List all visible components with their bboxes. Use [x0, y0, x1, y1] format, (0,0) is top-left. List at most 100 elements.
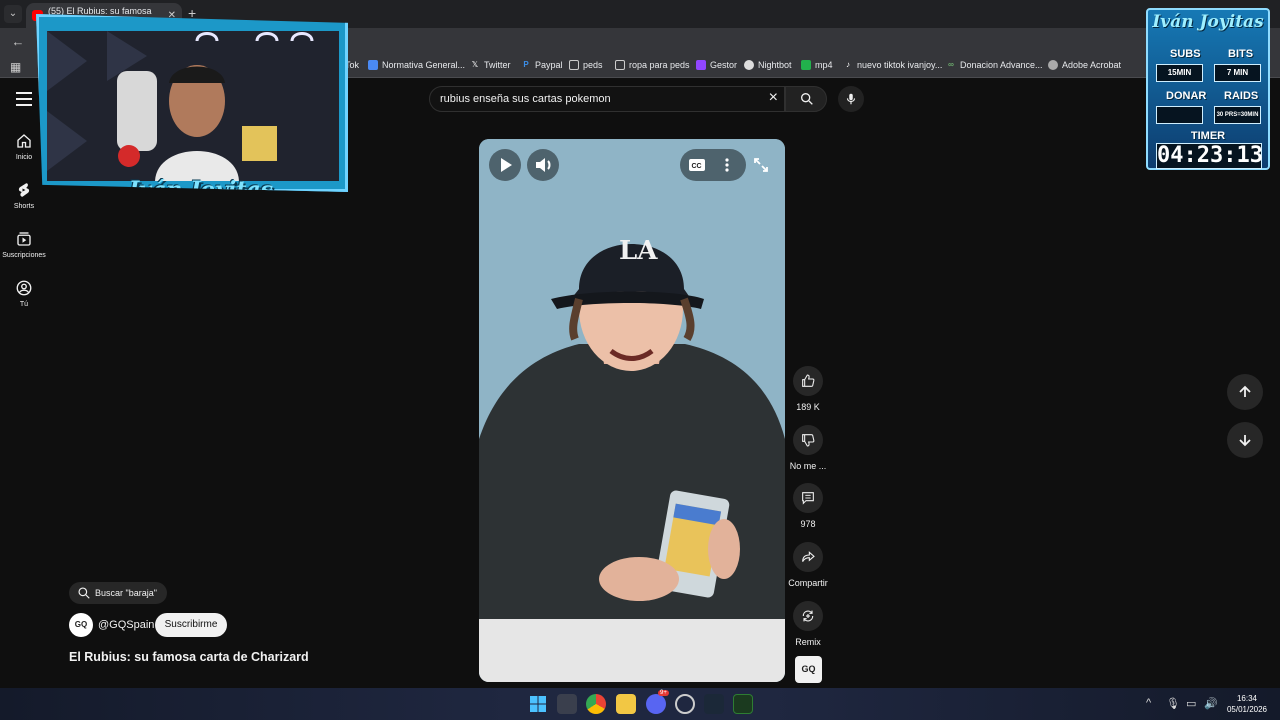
tray-microphone-icon[interactable]: 🎙 — [1166, 697, 1180, 710]
player-controls-pill: CC — [680, 149, 746, 181]
subscribe-button[interactable]: Suscribirme — [155, 613, 227, 637]
steam-icon[interactable] — [704, 694, 724, 714]
more-options-icon[interactable] — [724, 158, 730, 172]
globe-icon — [1048, 60, 1058, 70]
spreadsheet-icon[interactable] — [733, 694, 753, 714]
obs-icon[interactable] — [675, 694, 695, 714]
clear-search-icon[interactable]: × — [769, 89, 778, 107]
share-button[interactable]: Compartir — [784, 542, 832, 588]
share-icon — [802, 551, 815, 562]
link-icon: ∞ — [948, 60, 954, 69]
shorts-icon — [18, 183, 30, 197]
discord-icon[interactable]: 9+ — [646, 690, 669, 714]
shorts-video-player[interactable]: LA CC — [479, 139, 785, 682]
comment-count: 978 — [800, 519, 816, 529]
channel-badge-gq[interactable]: GQ — [795, 656, 822, 683]
bookmark-paypal[interactable]: P Paypal — [521, 60, 562, 70]
svg-text:CC: CC — [692, 163, 702, 170]
previous-short-button[interactable] — [1227, 374, 1263, 410]
x-icon: 𝕏 — [471, 60, 479, 69]
tray-chevron-icon[interactable]: ^ — [1146, 697, 1151, 709]
captions-icon[interactable]: CC — [689, 159, 705, 171]
green-app-icon — [801, 60, 811, 70]
remix-button[interactable]: Remix — [784, 601, 832, 647]
menu-icon[interactable] — [16, 92, 32, 106]
next-short-button[interactable] — [1227, 422, 1263, 458]
subscriptions-icon — [17, 232, 31, 246]
tray-network-icon[interactable]: ▭ — [1186, 697, 1196, 710]
fullscreen-icon[interactable] — [753, 157, 769, 173]
channel-handle[interactable]: @GQSpain — [98, 619, 154, 631]
sidebar-item-suscripciones[interactable]: Suscripciones — [0, 230, 48, 259]
chrome-icon[interactable] — [586, 694, 606, 714]
raids-value: 30 PRS=30MIN — [1214, 106, 1261, 124]
taskbar-clock[interactable]: 16:34 05/01/2026 — [1220, 693, 1274, 715]
search-icon — [801, 93, 813, 105]
svg-text:LA: LA — [619, 236, 658, 266]
document-icon — [368, 60, 378, 70]
back-arrow-icon[interactable]: ← — [8, 32, 28, 52]
bookmark-normativa[interactable]: Normativa General... — [368, 60, 465, 70]
bookmark-gestor[interactable]: Gestor — [696, 60, 737, 70]
timer-label: TIMER — [1190, 130, 1226, 142]
subs-label: SUBS — [1170, 48, 1201, 60]
comment-icon — [802, 492, 814, 505]
windows-start-icon[interactable] — [528, 694, 548, 714]
tiktok-icon: ♪ — [846, 60, 850, 69]
volume-icon — [536, 158, 551, 172]
channel-avatar[interactable]: GQ — [69, 613, 93, 637]
apps-grid-icon[interactable]: ▦ — [10, 60, 21, 74]
file-explorer-icon[interactable] — [616, 694, 636, 714]
play-button[interactable] — [489, 149, 521, 181]
arrow-up-icon — [1239, 385, 1251, 397]
folder-icon — [569, 60, 579, 70]
donar-value — [1156, 106, 1203, 124]
bookmark-adobe-acrobat[interactable]: Adobe Acrobat — [1048, 60, 1121, 70]
play-icon — [501, 158, 512, 172]
store-icon[interactable] — [557, 694, 577, 714]
voice-search-button[interactable] — [838, 86, 864, 112]
folder-icon — [615, 60, 625, 70]
bookmark-donacion[interactable]: ∞ Donacion Advance... — [946, 60, 1042, 70]
tray-volume-icon[interactable]: 🔊 — [1204, 697, 1218, 710]
nightbot-icon — [744, 60, 754, 70]
sidebar-item-shorts[interactable]: Shorts — [0, 181, 48, 210]
thumbs-up-icon — [802, 374, 815, 387]
bookmark-nightbot[interactable]: Nightbot — [744, 60, 792, 70]
webcam-feed — [47, 31, 339, 181]
bookmark-ropa-para-peds[interactable]: ropa para peds — [615, 60, 690, 70]
remix-label: Remix — [795, 637, 821, 647]
donar-label: DONAR — [1166, 90, 1207, 102]
paypal-icon: P — [523, 60, 529, 69]
microphone-icon — [846, 93, 856, 105]
webcam-overlay: Iván Joyitas — [36, 14, 348, 192]
search-input[interactable]: rubius enseña sus cartas pokemon × — [429, 86, 785, 112]
overlay-title: Iván Joyitas — [1152, 12, 1264, 32]
raids-label: RAIDS — [1224, 90, 1259, 102]
clock-time: 16:34 — [1236, 694, 1258, 703]
stream-stats-overlay: Iván Joyitas SUBS BITS 15MIN 7 MIN DONAR… — [1146, 8, 1270, 170]
bookmark-twitter[interactable]: 𝕏 Twitter — [470, 60, 511, 70]
bookmark-mp4[interactable]: mp4 — [801, 60, 833, 70]
dislike-button[interactable]: No me ... — [784, 425, 832, 471]
bits-label: BITS — [1228, 48, 1254, 60]
bookmark-peds[interactable]: peds — [569, 60, 603, 70]
search-icon — [78, 587, 90, 599]
bookmark-nuevo-tiktok[interactable]: ♪ nuevo tiktok ivanjoy... — [843, 60, 942, 70]
user-icon — [16, 280, 32, 296]
volume-button[interactable] — [527, 149, 559, 181]
sidebar-item-tu[interactable]: Tú — [0, 279, 48, 308]
twitch-icon — [696, 60, 706, 70]
remix-icon — [802, 610, 814, 622]
comments-button[interactable]: 978 — [784, 483, 832, 529]
dislike-label: No me ... — [789, 461, 827, 471]
windows-taskbar: 9+ ^ 🎙 ▭ 🔊 16:34 05/01/2026 — [0, 688, 1280, 720]
search-button[interactable] — [785, 86, 827, 112]
search-suggestion-chip[interactable]: Buscar "baraja" — [69, 582, 167, 604]
search-query-text: rubius enseña sus cartas pokemon — [440, 93, 611, 105]
like-button[interactable]: 189 K — [784, 366, 832, 412]
like-count: 189 K — [796, 402, 820, 412]
tab-search-chevron-icon[interactable]: ⌄ — [4, 5, 22, 23]
clock-date: 05/01/2026 — [1226, 705, 1268, 714]
thumbs-down-icon — [802, 434, 815, 447]
